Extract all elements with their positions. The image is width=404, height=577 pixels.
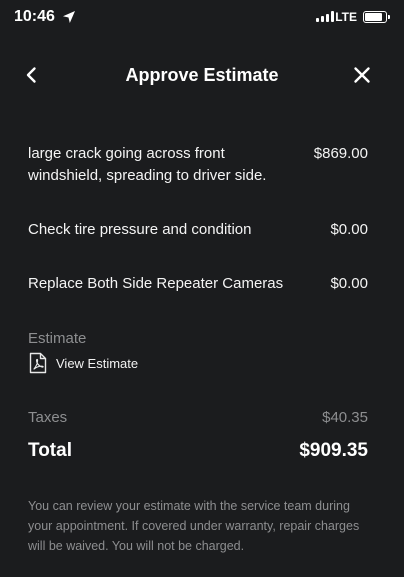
battery-level <box>365 13 382 21</box>
taxes-label: Taxes <box>28 409 68 426</box>
estimate-section-label: Estimate <box>28 330 87 347</box>
network-type: LTE <box>335 10 357 24</box>
line-item: large crack going across front windshiel… <box>28 143 368 187</box>
total-value: $909.35 <box>299 440 368 461</box>
line-item-price: $869.00 <box>313 145 368 162</box>
line-item-description: large crack going across front windshiel… <box>28 145 267 184</box>
line-item-price: $0.00 <box>330 221 368 238</box>
close-icon[interactable] <box>352 65 372 85</box>
view-estimate-label: View Estimate <box>56 355 139 371</box>
pdf-document-icon <box>29 352 47 374</box>
line-item: Check tire pressure and condition $0.00 <box>28 219 368 241</box>
signal-strength-icon <box>316 11 334 22</box>
line-item-description: Check tire pressure and condition <box>28 221 252 238</box>
status-bar: 10:46 LTE <box>0 0 404 36</box>
battery-icon <box>363 11 390 23</box>
location-arrow-icon <box>63 11 75 23</box>
taxes-value: $40.35 <box>322 409 368 426</box>
page-title: Approve Estimate <box>125 65 279 85</box>
total-row: Total $909.35 <box>28 440 368 462</box>
approve-estimate-screen: 10:46 LTE Approve Estimate large crack g… <box>0 0 404 577</box>
taxes-row: Taxes $40.35 <box>28 409 368 426</box>
line-item-price: $0.00 <box>330 275 368 292</box>
disclaimer-text: You can review your estimate with the se… <box>28 499 360 553</box>
line-item-description: Replace Both Side Repeater Cameras <box>28 275 284 292</box>
status-time: 10:46 <box>14 8 55 25</box>
header: Approve Estimate <box>0 56 404 96</box>
line-item: Replace Both Side Repeater Cameras $0.00 <box>28 273 368 295</box>
total-label: Total <box>28 440 72 461</box>
view-estimate-link[interactable]: View Estimate <box>28 352 138 374</box>
